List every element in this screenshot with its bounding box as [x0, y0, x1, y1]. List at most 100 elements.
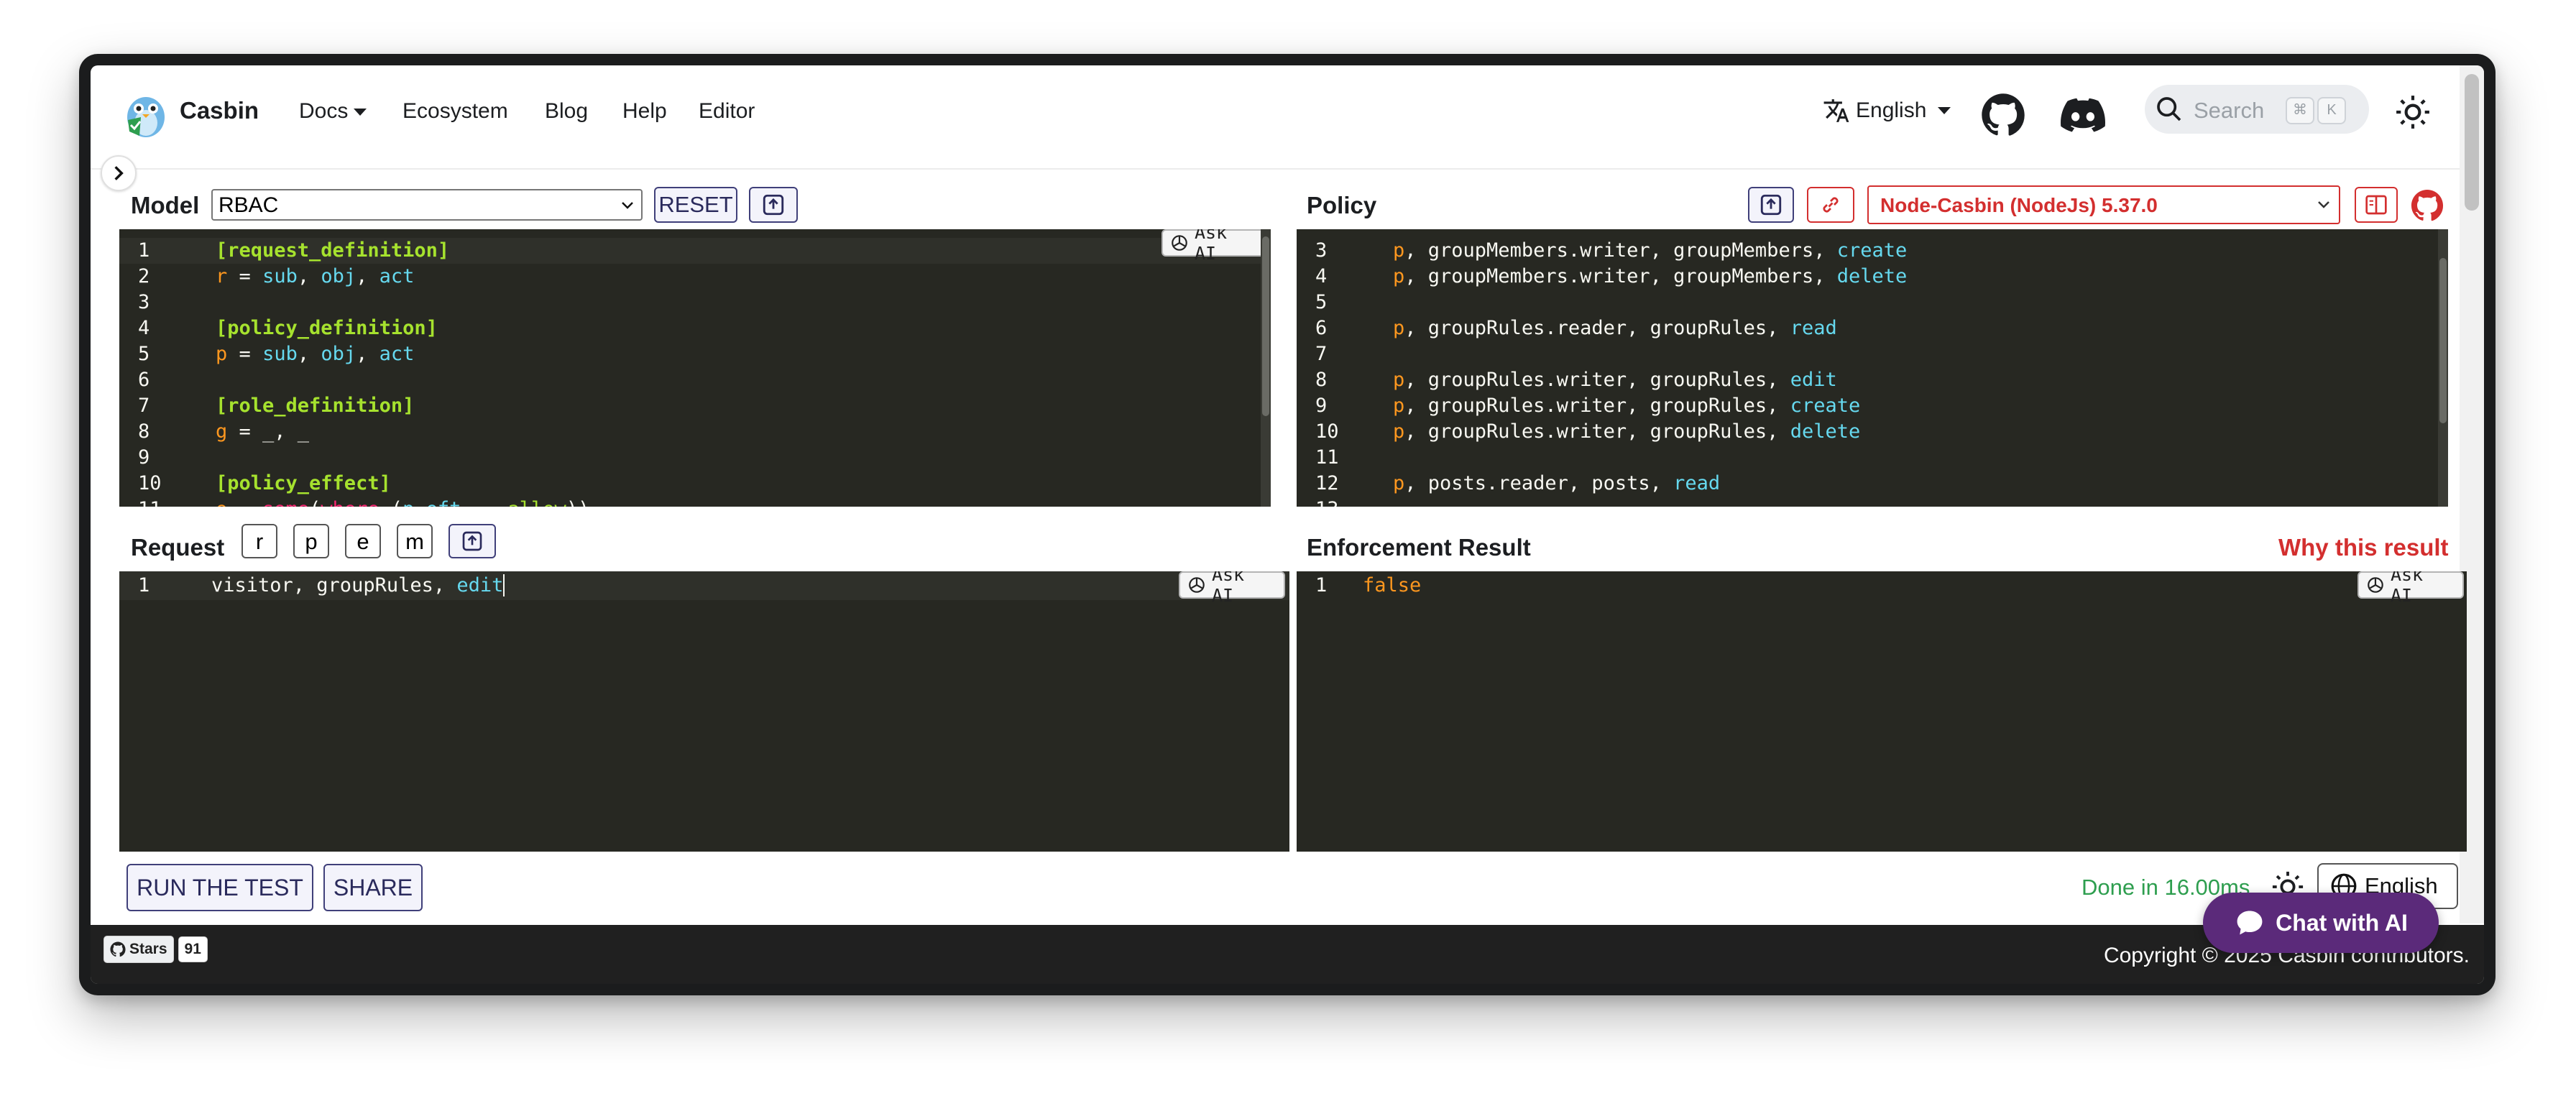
model-select[interactable]: RBAC [211, 189, 643, 221]
line-number: 3 [1315, 239, 1328, 262]
chevron-down-icon [354, 109, 367, 116]
request-token-e[interactable]: e [345, 524, 381, 558]
stars-label-box: Stars [104, 936, 174, 963]
result-ask-ai-button[interactable]: Ask AI [2358, 571, 2464, 606]
line-number: 5 [138, 343, 150, 365]
model-label: Model [131, 192, 200, 218]
policy-editor[interactable]: 3 p, groupMembers.writer, groupMembers, c… [1297, 229, 2448, 507]
top-navbar: Casbin Docs Ecosystem Blog Help Editor E… [91, 65, 2460, 170]
github-icon[interactable] [1981, 93, 2025, 137]
line-number: 8 [138, 420, 150, 443]
policy-share-button[interactable] [1748, 187, 1794, 223]
line-number: 5 [1315, 291, 1328, 313]
discord-icon[interactable] [2058, 93, 2107, 137]
line-number: 8 [1315, 369, 1328, 391]
request-token-p[interactable]: p [293, 524, 329, 558]
code-text: p, groupRules.reader, groupRules, read [1393, 317, 1837, 339]
run-the-test-button[interactable]: RUN THE TEST [126, 864, 313, 911]
ask-ai-label: Ask AI [2390, 571, 2424, 606]
engine-select-value: Node-Casbin (NodeJs) 5.37.0 [1880, 194, 2158, 216]
policy-label: Policy [1307, 192, 1377, 218]
split-view-button[interactable] [2355, 187, 2398, 223]
sidebar-toggle-button[interactable] [101, 155, 137, 191]
nav-ecosystem[interactable]: Ecosystem [402, 99, 508, 124]
model-editor-scrollbar[interactable] [1261, 229, 1271, 507]
line-number: 10 [138, 472, 162, 494]
code-text: [request_definition] [216, 239, 450, 262]
result-value: false [1363, 574, 1422, 596]
enforcement-result-label: Enforcement Result [1307, 534, 1531, 561]
line-number: 4 [138, 317, 150, 339]
github-icon [110, 941, 126, 957]
line-number: 11 [1315, 446, 1339, 469]
code-text: r = sub, obj, act [216, 265, 415, 287]
openai-icon [1172, 235, 1187, 251]
line-number: 13 [1315, 497, 1358, 507]
translate-icon [1823, 99, 1849, 122]
request-token-m[interactable]: m [397, 524, 433, 558]
search-button[interactable]: Search ⌘ K [2145, 85, 2369, 134]
nav-help[interactable]: Help [622, 99, 667, 124]
line-number: 6 [138, 369, 150, 391]
language-dropdown[interactable]: English [1823, 97, 1951, 124]
github-stars-badge[interactable]: Stars 91 [104, 935, 208, 964]
result-editor[interactable]: 1 false Ask AI [1297, 571, 2467, 852]
code-text: [role_definition] [216, 395, 415, 417]
request-share-button[interactable] [448, 524, 496, 558]
line-number: 6 [1315, 317, 1328, 339]
request-token-r[interactable]: r [242, 524, 277, 558]
chevron-down-icon [2318, 201, 2329, 208]
line-number: 9 [138, 446, 150, 469]
model-share-button[interactable] [749, 187, 798, 223]
model-ask-ai-button[interactable]: Ask AI [1162, 229, 1268, 264]
line-number: 11 [138, 497, 181, 507]
app-screen: Casbin Docs Ecosystem Blog Help Editor E… [91, 65, 2484, 984]
line-number: 2 [138, 265, 150, 287]
code-text: p = sub, obj, act [216, 343, 415, 365]
chevron-down-icon [1938, 107, 1951, 114]
chat-bubble-icon [2237, 911, 2263, 935]
search-placeholder: Search [2194, 98, 2265, 123]
nav-docs[interactable]: Docs [299, 99, 367, 124]
page-footer: Stars 91 Copyright © 2025 Casbin contrib… [91, 925, 2484, 984]
code-text: e = some(where (p.eft == allow)) [216, 497, 589, 507]
request-editor[interactable]: 1 visitor, groupRules, edit Ask AI [119, 571, 1289, 852]
engine-select[interactable]: Node-Casbin (NodeJs) 5.37.0 [1867, 185, 2340, 224]
code-text: p, groupMembers.writer, groupMembers, de… [1393, 265, 1908, 287]
model-select-value: RBAC [218, 193, 279, 217]
request-label: Request [131, 534, 225, 561]
request-ask-ai-button[interactable]: Ask AI [1179, 571, 1285, 606]
code-text: [policy_definition] [216, 317, 438, 339]
why-this-result-link[interactable]: Why this result [2278, 534, 2449, 561]
chat-with-ai-button[interactable]: Chat with AI [2203, 893, 2439, 953]
openai-icon [2368, 577, 2383, 593]
line-number: 10 [1315, 420, 1339, 443]
nav-blog[interactable]: Blog [545, 99, 588, 124]
policy-editor-scrollbar[interactable] [2438, 229, 2448, 507]
code-text: p, posts.reader, posts, read [1393, 472, 1721, 494]
model-editor[interactable]: 1 [request_definition] 2 r = sub, obj, act… [119, 229, 1271, 507]
share-button[interactable]: SHARE [323, 864, 423, 911]
reset-button[interactable]: RESET [654, 187, 737, 223]
code-text: p, groupRules.writer, groupRules, create [1393, 395, 1861, 417]
openai-icon [1189, 577, 1205, 593]
search-icon [2157, 97, 2181, 121]
policy-link-button[interactable] [1807, 187, 1854, 223]
line-number: 1 [1315, 574, 1328, 596]
scrollbar-thumb[interactable] [2465, 74, 2479, 211]
stars-label: Stars [129, 941, 167, 957]
theme-toggle-sun-icon[interactable] [2395, 94, 2431, 130]
line-number: 9 [1315, 395, 1328, 417]
github-repo-icon[interactable] [2411, 189, 2444, 222]
ask-ai-label: Ask AI [1211, 571, 1245, 606]
nav-editor[interactable]: Editor [699, 99, 755, 124]
casbin-logo-icon[interactable] [122, 91, 170, 140]
chevron-down-icon [622, 202, 633, 209]
share-icon [1760, 194, 1782, 216]
line-number: 3 [138, 291, 150, 313]
brand-name[interactable]: Casbin [180, 97, 259, 124]
share-icon [763, 194, 784, 216]
line-number: 1 [138, 574, 150, 596]
share-icon [462, 531, 482, 551]
line-number: 12 [1315, 472, 1339, 494]
